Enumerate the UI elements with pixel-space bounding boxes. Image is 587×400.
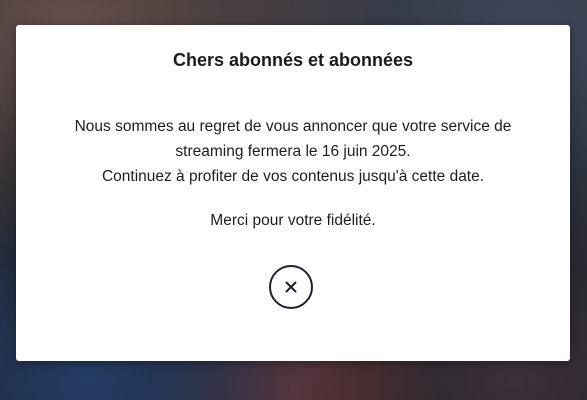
close-button[interactable] — [269, 265, 313, 309]
thanks-message: Merci pour votre fidélité. — [210, 212, 376, 229]
announcement-modal: Chers abonnés et abonnées Nous sommes au… — [16, 25, 570, 361]
modal-message: Nous sommes au regret de vous annoncer q… — [36, 114, 550, 189]
close-icon — [285, 281, 297, 293]
modal-title: Chers abonnés et abonnées — [172, 50, 414, 70]
message-line: Continuez à profiter de vos contenus jus… — [101, 168, 485, 185]
message-line: Nous sommes au regret de vous annoncer q… — [74, 118, 512, 135]
message-line: streaming fermera le 16 juin 2025. — [175, 143, 411, 160]
